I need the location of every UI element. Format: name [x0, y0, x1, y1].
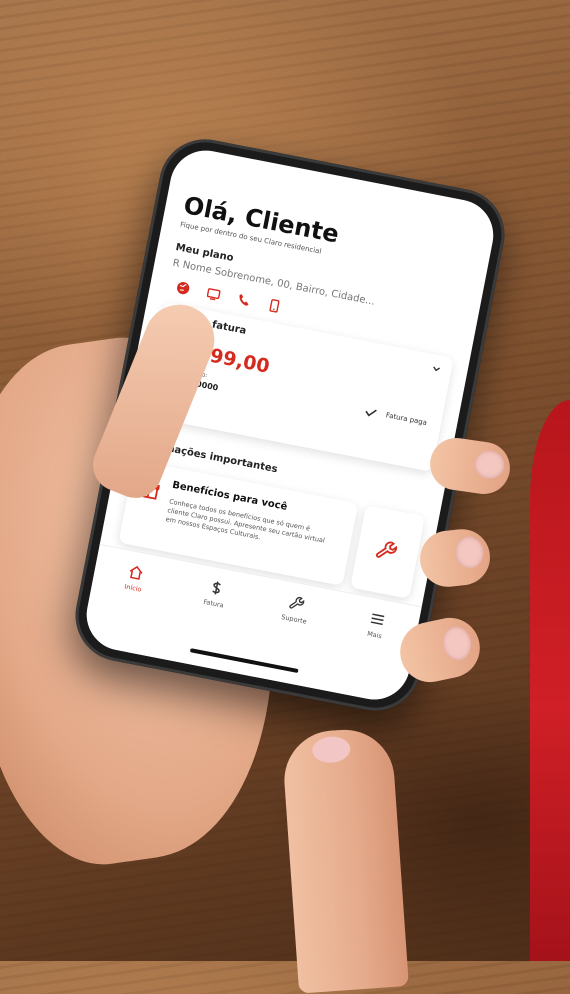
nav-more-label: Mais — [366, 629, 383, 641]
nav-support-label: Suporte — [280, 612, 308, 626]
benefits-description: Conheça todos os benefícios que só quem … — [165, 497, 326, 545]
chevron-down-icon[interactable] — [431, 363, 443, 375]
wrench-icon — [376, 541, 398, 558]
red-brand-banner — [530, 400, 570, 961]
nav-more[interactable]: Mais — [344, 606, 408, 645]
nav-invoice-label: Fatura — [202, 597, 225, 610]
dollar-icon — [212, 581, 221, 595]
support-card[interactable] — [350, 504, 426, 599]
home-icon — [129, 565, 143, 580]
nav-support[interactable]: Suporte — [264, 590, 328, 629]
nav-invoice[interactable]: Fatura — [183, 574, 247, 613]
mobile-icon[interactable] — [266, 298, 282, 314]
tv-icon[interactable] — [205, 286, 221, 302]
globe-icon[interactable] — [175, 280, 191, 296]
wrench-icon — [289, 596, 305, 609]
nav-home[interactable]: Início — [103, 559, 167, 598]
home-indicator[interactable] — [189, 648, 299, 674]
check-icon — [365, 409, 378, 417]
menu-icon — [370, 613, 385, 626]
phone-icon[interactable] — [236, 292, 252, 308]
nav-home-label: Início — [123, 582, 143, 594]
pointing-finger — [281, 726, 409, 994]
